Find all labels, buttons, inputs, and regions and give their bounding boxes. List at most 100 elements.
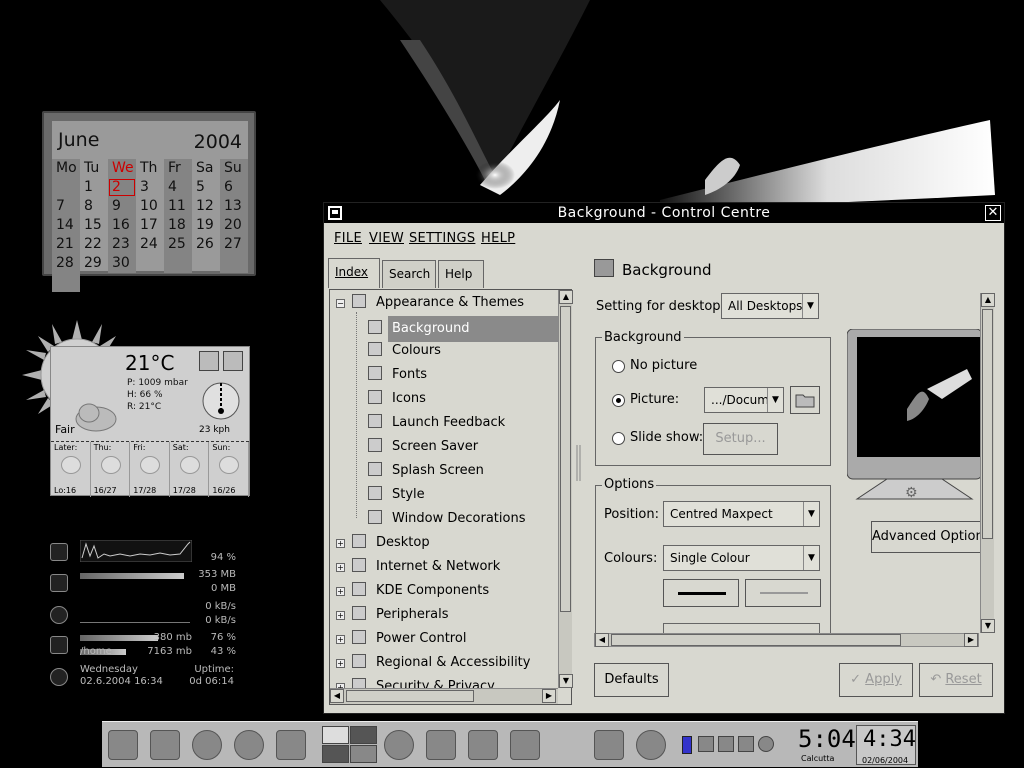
calendar-day[interactable]: 29 (80, 254, 108, 273)
calendar-day[interactable]: 23 (108, 235, 136, 254)
calendar-day[interactable]: 5 (192, 178, 220, 197)
scroll-left-button[interactable]: ◀ (330, 689, 344, 703)
calendar-day[interactable]: 16 (108, 216, 136, 235)
calendar-day[interactable]: 21 (52, 235, 80, 254)
calendar-day[interactable]: 17 (136, 216, 164, 235)
calendar-day[interactable]: 18 (164, 216, 192, 235)
tree-item[interactable]: Power Control (352, 628, 470, 650)
setup-button[interactable]: Setup... (703, 423, 778, 455)
tree-item[interactable]: KDE Components (352, 580, 493, 602)
calendar-day[interactable]: 24 (136, 235, 164, 254)
desktop-pager[interactable] (322, 726, 378, 764)
tray-chat-icon[interactable] (738, 736, 754, 752)
picture-radio[interactable] (612, 394, 625, 407)
reset-button[interactable]: ↶ Reset (919, 663, 993, 697)
power-icon[interactable] (636, 730, 666, 760)
apply-button[interactable]: ✓ Apply (839, 663, 913, 697)
tree-item[interactable]: Screen Saver (368, 436, 482, 458)
calendar-day[interactable]: 8 (80, 197, 108, 216)
calendar-day[interactable] (136, 254, 164, 273)
browser-icon[interactable] (192, 730, 222, 760)
tex-icon[interactable] (510, 730, 540, 760)
tree-item[interactable]: Regional & Accessibility (352, 652, 534, 674)
disk-tool-icon[interactable] (384, 730, 414, 760)
calendar-day[interactable]: 14 (52, 216, 80, 235)
tree-item[interactable]: Launch Feedback (368, 412, 509, 434)
tray-update-icon[interactable] (758, 736, 774, 752)
kde-menu-icon[interactable] (108, 730, 138, 760)
calendar-day[interactable]: 1 (80, 178, 108, 197)
world-clock[interactable]: 5:04 Calcutta (798, 725, 856, 765)
tree-horizontal-scrollbar[interactable]: ◀ ▶ (330, 688, 558, 704)
chat-icon[interactable] (468, 730, 498, 760)
scroll-up-button[interactable]: ▲ (981, 293, 995, 307)
advanced-options-button[interactable]: Advanced Option (871, 521, 981, 553)
calendar-day[interactable]: 11 (164, 197, 192, 216)
partial-row-control[interactable] (663, 623, 820, 633)
menu-file[interactable]: FILE (334, 231, 362, 246)
terminal-app-icon[interactable] (276, 730, 306, 760)
tree-scroll-thumb[interactable] (560, 306, 571, 612)
tree-item[interactable]: Background (368, 316, 558, 342)
splitter-handle[interactable] (576, 443, 582, 483)
pane-scroll-thumb[interactable] (982, 309, 993, 539)
calendar-day[interactable]: 12 (192, 197, 220, 216)
expand-icon[interactable]: + (336, 563, 345, 572)
expand-icon[interactable]: + (336, 587, 345, 596)
pager-desktop-3[interactable] (322, 745, 349, 763)
title-bar[interactable]: Background - Control Centre ✕ (324, 203, 1004, 223)
tree-item[interactable]: Colours (368, 340, 445, 362)
tree-vertical-scrollbar[interactable]: ▲ ▼ (558, 290, 573, 688)
calendar-day[interactable] (52, 273, 80, 292)
weather-camera-icon[interactable] (223, 351, 243, 371)
calendar-day[interactable] (52, 178, 80, 197)
tree-item[interactable]: Security & Privacy (352, 676, 499, 688)
network-status-icon[interactable] (594, 730, 624, 760)
konsole-icon[interactable] (426, 730, 456, 760)
scroll-down-button[interactable]: ▼ (559, 674, 573, 688)
tree-item[interactable]: Peripherals (352, 604, 453, 626)
scroll-right-button[interactable]: ▶ (542, 689, 556, 703)
tree-item[interactable]: Internet & Network (352, 556, 504, 578)
collapse-icon[interactable]: − (336, 299, 345, 308)
tree-item[interactable]: Appearance & Themes (352, 292, 528, 314)
tray-app-icon-1[interactable] (698, 736, 714, 752)
calendar-day[interactable]: 26 (192, 235, 220, 254)
calendar-day[interactable] (220, 254, 248, 273)
tree-item[interactable]: Icons (368, 388, 430, 410)
tree-item[interactable]: Window Decorations (368, 508, 530, 530)
calendar-day[interactable] (164, 254, 192, 273)
pager-desktop-2[interactable] (350, 726, 377, 744)
no-picture-radio[interactable] (612, 360, 625, 373)
calendar-day[interactable]: 27 (220, 235, 248, 254)
calendar-day[interactable]: 22 (80, 235, 108, 254)
calendar-day[interactable]: 15 (80, 216, 108, 235)
calendar-day[interactable]: 3 (136, 178, 164, 197)
colours-select[interactable]: Single Colour ▼ (663, 545, 820, 571)
calendar-day[interactable]: 4 (164, 178, 192, 197)
expand-icon[interactable]: + (336, 659, 345, 668)
menu-settings[interactable]: SETTINGS (409, 231, 475, 246)
tree-item[interactable]: Splash Screen (368, 460, 488, 482)
pane-vertical-scrollbar[interactable]: ▲ ▼ (980, 293, 995, 633)
scroll-down-button[interactable]: ▼ (981, 619, 995, 633)
scroll-left-button[interactable]: ◀ (595, 633, 609, 647)
calendar-day[interactable]: 10 (136, 197, 164, 216)
expand-icon[interactable]: + (336, 539, 345, 548)
pane-horizontal-scrollbar[interactable]: ◀ ▶ (594, 633, 979, 647)
calendar-day[interactable]: 30 (108, 254, 136, 273)
calendar-day[interactable]: 19 (192, 216, 220, 235)
calendar-day[interactable]: 9 (108, 197, 136, 216)
browse-folder-button[interactable] (790, 386, 820, 414)
tree-item[interactable]: Style (368, 484, 429, 506)
tray-app-icon-2[interactable] (718, 736, 734, 752)
scroll-right-button[interactable]: ▶ (964, 633, 978, 647)
pane-hscroll-thumb[interactable] (611, 634, 901, 646)
calendar-day[interactable] (192, 254, 220, 273)
slide-show-radio[interactable] (612, 432, 625, 445)
tree-hscroll-thumb[interactable] (346, 690, 474, 702)
picture-select[interactable]: .../Docum ▼ (704, 387, 784, 413)
tab-help[interactable]: Help (438, 260, 484, 288)
calendar-day[interactable]: 20 (220, 216, 248, 235)
tab-index[interactable]: Index (328, 258, 380, 288)
